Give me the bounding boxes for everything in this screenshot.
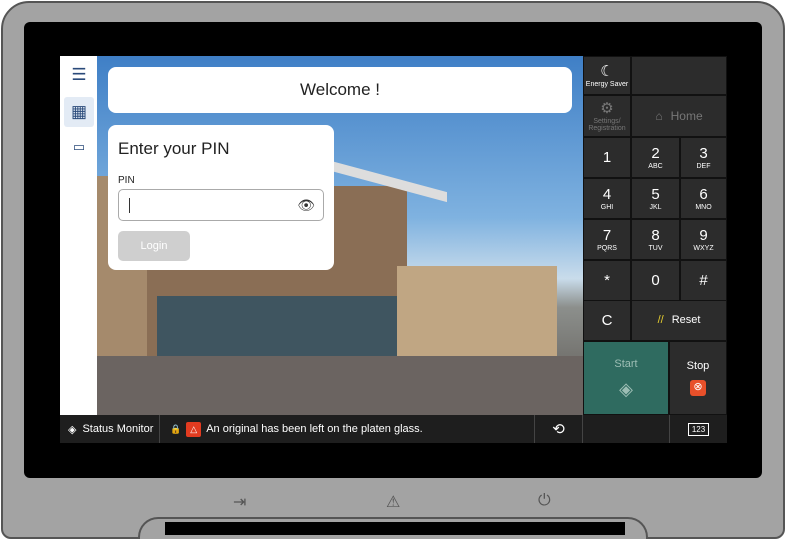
home-icon: ⌂ bbox=[655, 109, 663, 123]
keypad-key-*[interactable]: * bbox=[583, 260, 631, 301]
reset-key[interactable]: //Reset bbox=[631, 300, 727, 341]
keypad-key-0[interactable]: 0 bbox=[631, 260, 680, 301]
welcome-banner: Welcome ! bbox=[108, 67, 572, 113]
key-digit: 5 bbox=[651, 185, 660, 203]
blank-key bbox=[631, 56, 727, 95]
keyboard-button[interactable]: 123 bbox=[670, 415, 727, 443]
keypad-key-4[interactable]: 4 GHI bbox=[583, 178, 631, 219]
key-digit: 6 bbox=[699, 185, 708, 203]
status-bar: ◈ Status Monitor 🔒 △ An original has been l… bbox=[60, 415, 727, 443]
stop-button[interactable]: Stop ⊗ bbox=[669, 341, 727, 415]
key-digit: 2 bbox=[651, 144, 660, 162]
key-letters: GHI bbox=[600, 203, 614, 211]
key-digit: 8 bbox=[651, 226, 660, 244]
keypad-key-9[interactable]: 9 WXYZ bbox=[680, 219, 727, 260]
key-letters: JKL bbox=[649, 203, 662, 211]
pin-dialog: Enter your PIN PIN 👁 Login bbox=[108, 125, 334, 270]
menu-icon[interactable]: ☰ bbox=[64, 60, 94, 90]
pin-input[interactable]: 👁 bbox=[118, 189, 324, 221]
stop-icon: ⊗ bbox=[690, 379, 706, 396]
key-digit: 9 bbox=[699, 226, 708, 244]
data-in-icon: ⇥ bbox=[233, 494, 247, 511]
key-digit: 1 bbox=[602, 149, 612, 166]
key-digit: * bbox=[604, 272, 610, 289]
status-monitor-button[interactable]: ◈ Status Monitor bbox=[60, 415, 160, 443]
power-icon[interactable]: ⏻ bbox=[538, 492, 551, 510]
settings-button[interactable]: ⚙ Settings/ Registration bbox=[583, 95, 631, 137]
key-digit: 3 bbox=[699, 144, 708, 162]
key-letters: PQRS bbox=[597, 244, 617, 252]
output-slot bbox=[138, 517, 648, 539]
error-indicator-icon: ⚠ bbox=[386, 494, 401, 511]
sidebar: ☰ ▦ ▭ bbox=[60, 56, 97, 415]
key-letters: WXYZ bbox=[693, 244, 714, 252]
status-message[interactable]: 🔒 △ An original has been left on the plate… bbox=[160, 415, 535, 443]
clear-key[interactable]: C bbox=[583, 300, 631, 341]
key-digit: 0 bbox=[651, 272, 660, 289]
switch-language-icon[interactable]: ⟲ bbox=[535, 415, 583, 443]
start-diamond-icon: ◈ bbox=[619, 378, 633, 399]
keypad-key-2[interactable]: 2 ABC bbox=[631, 137, 680, 178]
key-letters: MNO bbox=[695, 203, 712, 211]
keypad-key-6[interactable]: 6 MNO bbox=[680, 178, 727, 219]
blank-area bbox=[583, 415, 670, 443]
reset-icon: // bbox=[657, 314, 664, 326]
pin-label: PIN bbox=[118, 175, 135, 186]
eye-icon[interactable]: 👁 bbox=[297, 197, 315, 214]
energy-saver-button[interactable]: ☾ Energy Saver bbox=[583, 56, 631, 95]
gear-icon: ⚙ bbox=[600, 99, 614, 117]
warning-icon: △ bbox=[186, 421, 202, 437]
status-monitor-icon: ◈ bbox=[68, 423, 77, 436]
key-digit: 4 bbox=[602, 185, 612, 203]
key-letters: TUV bbox=[648, 244, 663, 252]
key-digit: # bbox=[699, 272, 708, 289]
card-login-icon[interactable]: ▭ bbox=[64, 132, 94, 162]
key-letters: DEF bbox=[696, 162, 711, 170]
key-letters: ABC bbox=[648, 162, 663, 170]
keypad-key-8[interactable]: 8 TUV bbox=[631, 219, 680, 260]
pin-title: Enter your PIN bbox=[118, 139, 230, 158]
start-button[interactable]: Start ◈ bbox=[583, 341, 669, 415]
key-digit: 7 bbox=[602, 226, 612, 244]
home-button[interactable]: ⌂ Home bbox=[631, 95, 727, 137]
keypad-key-7[interactable]: 7 PQRS bbox=[583, 219, 631, 260]
keypad-key-#[interactable]: # bbox=[680, 260, 727, 301]
dashboard-icon[interactable]: ▦ bbox=[64, 97, 94, 127]
keypad-key-1[interactable]: 1 bbox=[583, 137, 631, 178]
moon-icon: ☾ bbox=[600, 62, 614, 80]
lock-icon: 🔒 bbox=[170, 423, 182, 434]
keypad-key-3[interactable]: 3 DEF bbox=[680, 137, 727, 178]
keypad-key-5[interactable]: 5 JKL bbox=[631, 178, 680, 219]
login-button[interactable]: Login bbox=[118, 231, 190, 261]
